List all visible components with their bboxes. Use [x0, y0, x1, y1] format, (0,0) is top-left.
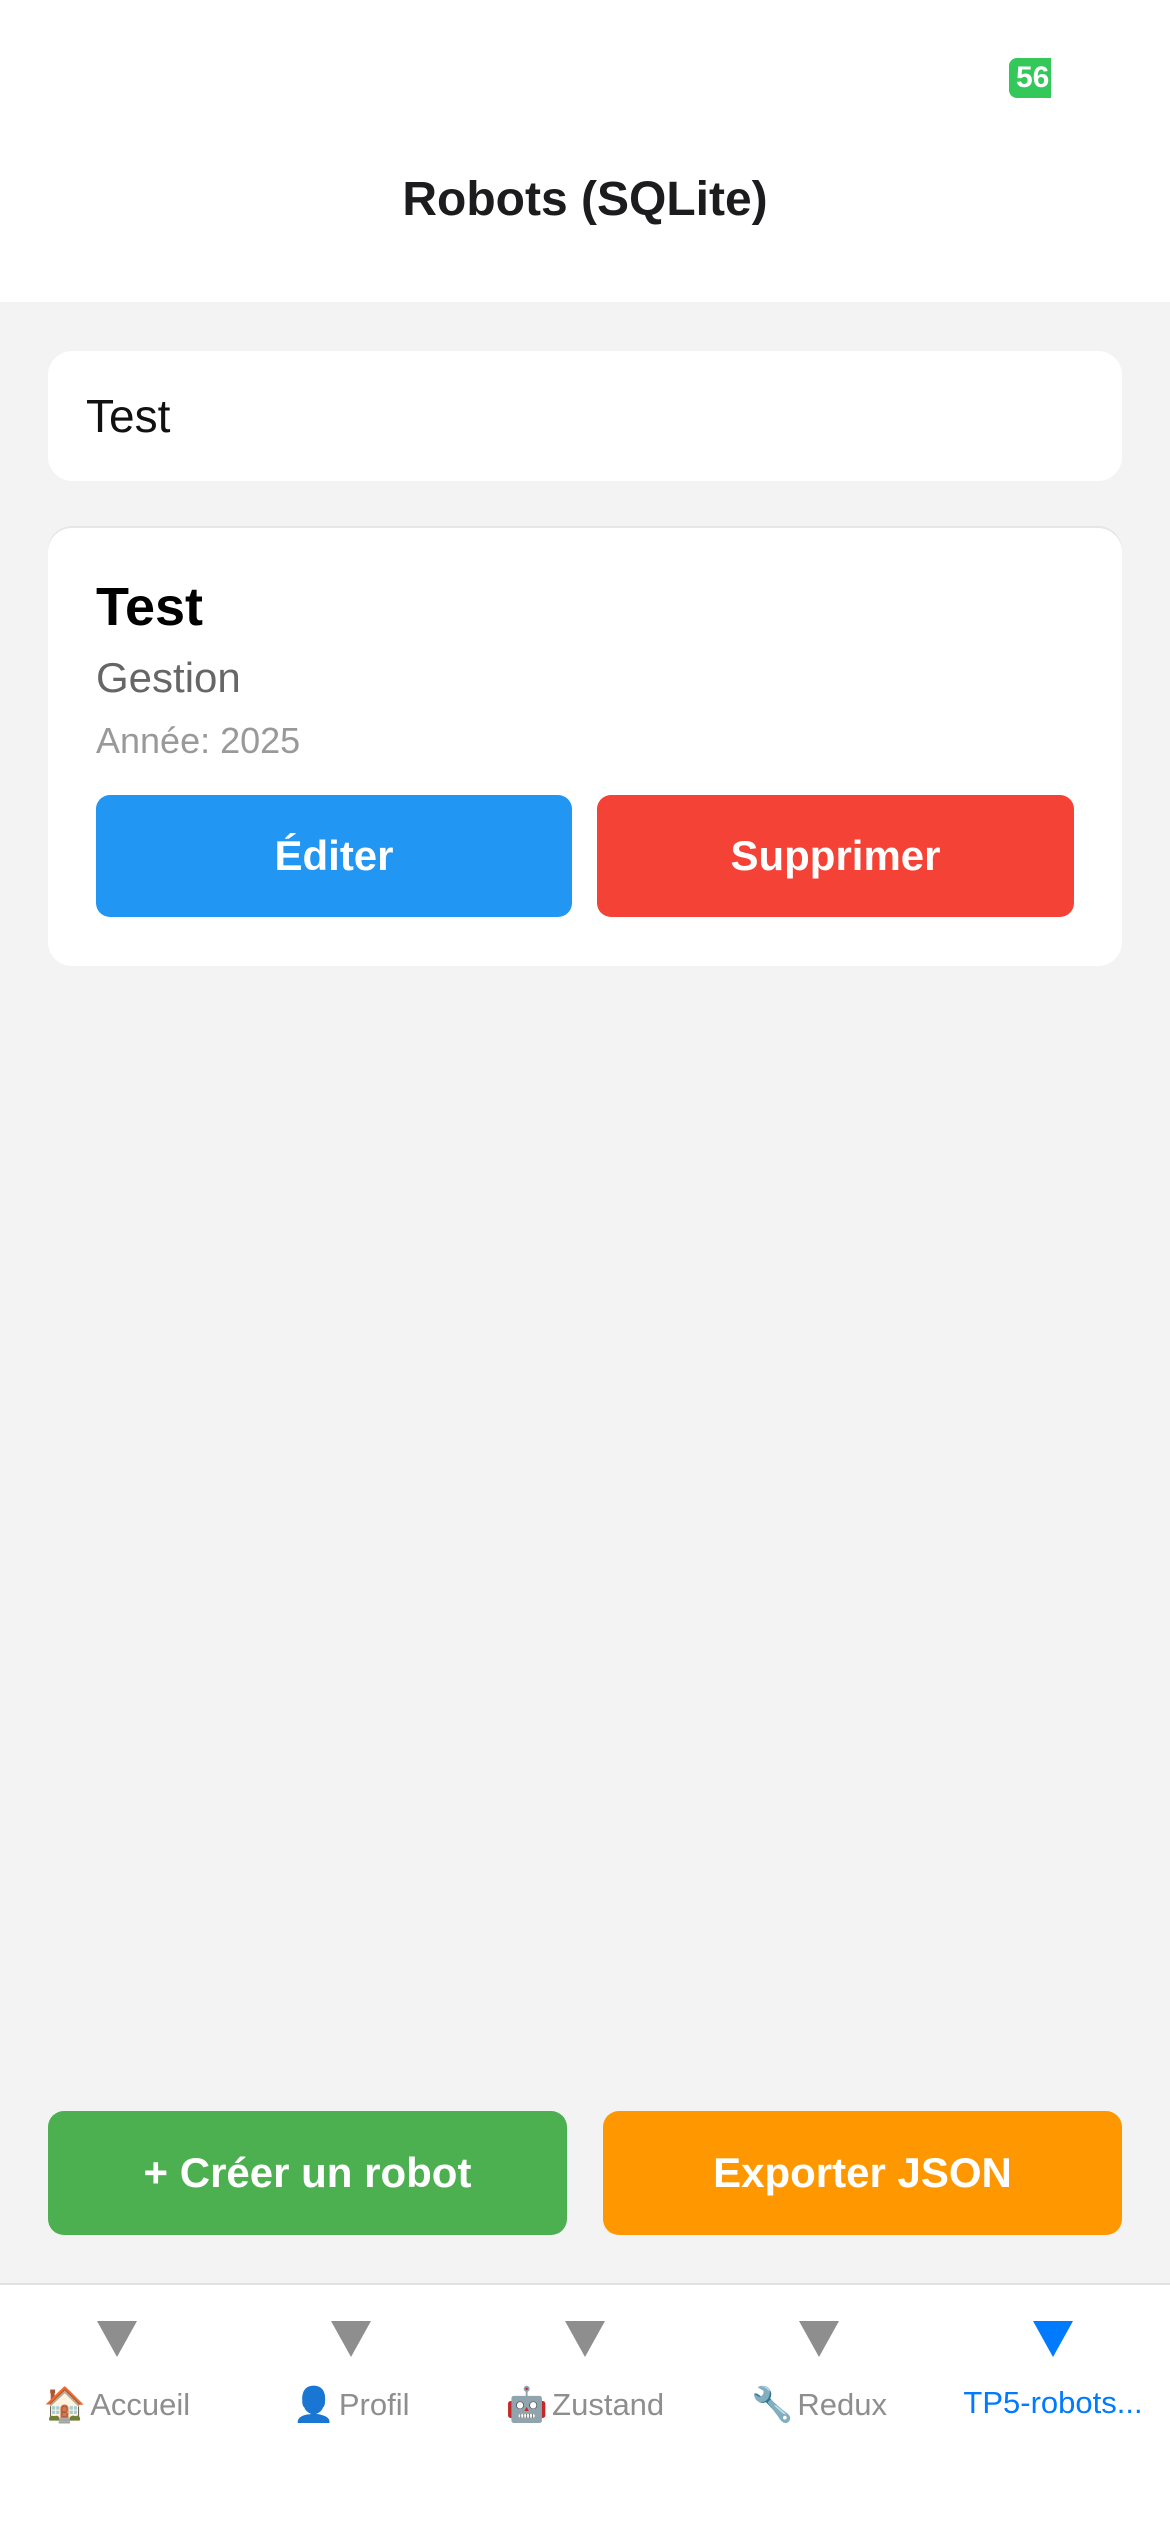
robot-name: Test — [96, 577, 204, 637]
tab-label-tp5-robots: TP5-robots... — [963, 2385, 1143, 2420]
user-icon: 👤 — [292, 2386, 335, 2424]
tab-accueil[interactable]: 🏠 Accueil — [0, 2285, 234, 2445]
tab-label-profil: Profil — [338, 2387, 410, 2422]
tab-label-redux: Redux — [797, 2387, 887, 2422]
robot-card: Test Gestion Année: 2025 Éditer Supprime… — [48, 528, 1122, 966]
triangle-down-icon — [565, 2321, 605, 2357]
tab-profil[interactable]: 👤 Profil — [234, 2285, 468, 2445]
robot-type: Gestion — [96, 654, 241, 701]
tab-label-zustand: Zustand — [552, 2387, 665, 2422]
edit-button[interactable]: Éditer — [96, 795, 572, 917]
search-input[interactable] — [48, 351, 1122, 481]
battery-indicator: 56 — [1009, 58, 1051, 98]
header: 56 Robots (SQLite) — [0, 0, 1170, 302]
app-screen: 56 Robots (SQLite) Test Gestion Année: 2… — [0, 0, 1170, 2532]
triangle-down-icon — [331, 2321, 371, 2357]
triangle-down-icon — [97, 2321, 137, 2357]
export-json-button[interactable]: Exporter JSON — [603, 2111, 1122, 2235]
tab-bar: 🏠 Accueil 👤 Profil 🤖 Zustand 🔧 Redux TP5… — [0, 2283, 1170, 2532]
delete-button[interactable]: Supprimer — [597, 795, 1074, 917]
page-title: Robots (SQLite) — [402, 173, 768, 226]
tab-tp5-robots[interactable]: TP5-robots... — [936, 2285, 1170, 2445]
wrench-icon: 🔧 — [751, 2386, 794, 2424]
tab-label-accueil: Accueil — [90, 2387, 191, 2422]
robot-year: Année: 2025 — [96, 720, 301, 761]
create-robot-button[interactable]: + Créer un robot — [48, 2111, 567, 2235]
triangle-down-icon — [1033, 2321, 1073, 2357]
house-icon: 🏠 — [43, 2386, 87, 2424]
robot-icon: 🤖 — [505, 2386, 549, 2424]
triangle-down-icon — [799, 2321, 839, 2357]
tab-redux[interactable]: 🔧 Redux — [702, 2285, 936, 2445]
tab-zustand[interactable]: 🤖 Zustand — [468, 2285, 702, 2445]
